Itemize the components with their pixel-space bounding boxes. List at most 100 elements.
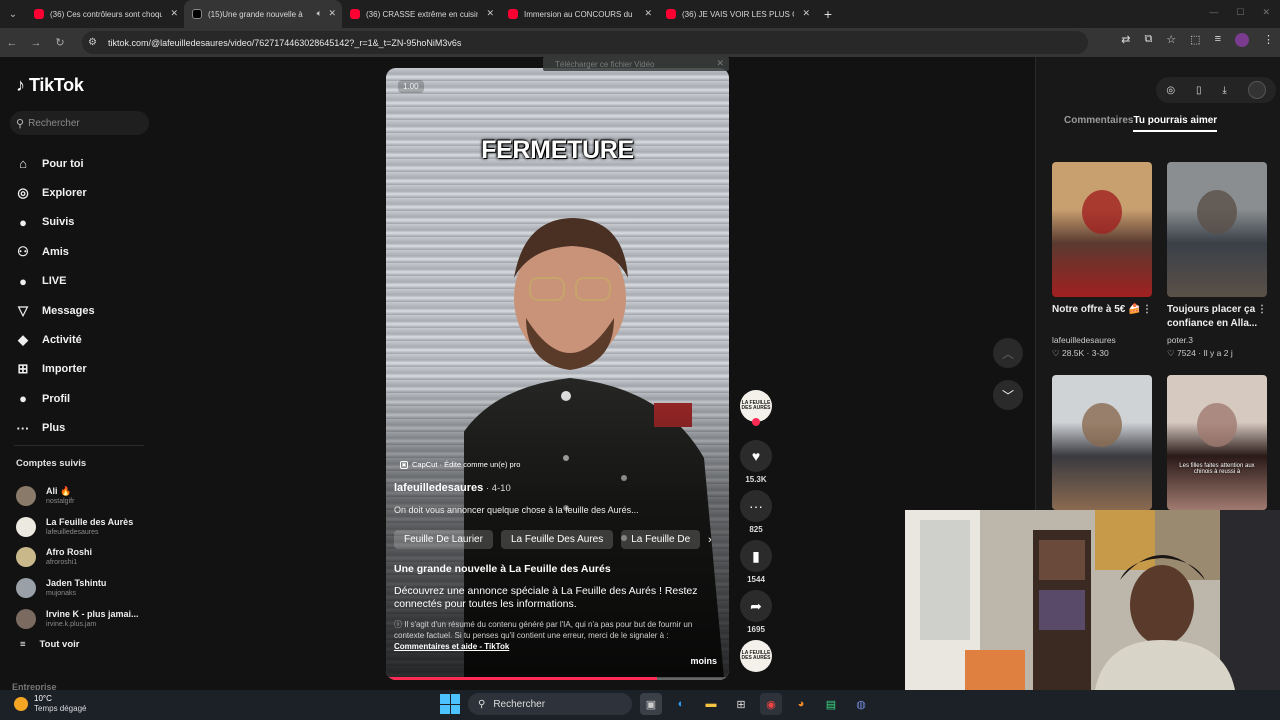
- followed-account[interactable]: La Feuille des Aurès lafeuilledesaures: [16, 512, 139, 543]
- followed-account[interactable]: Irvine K - plus jamai... irvine.k.plus.ja…: [16, 603, 139, 634]
- browser-tab[interactable]: (36) Ces contrôleurs sont choqu ✕: [26, 0, 184, 28]
- nav-item[interactable]: ◎ Explorer: [14, 178, 95, 207]
- suggested-video-card[interactable]: Toujours placer ça confiance en Alla... ⋮…: [1167, 162, 1267, 359]
- profile-avatar[interactable]: [1235, 33, 1249, 47]
- save-button[interactable]: ▮ 1544: [740, 540, 772, 584]
- follow-plus-icon[interactable]: [752, 418, 760, 426]
- edge-icon[interactable]: ◐: [670, 693, 692, 715]
- bookmark-star-icon[interactable]: ☆: [1166, 33, 1176, 47]
- capcut-link[interactable]: ▣ CapCut · Édite comme un(e) pro: [400, 460, 520, 469]
- nav-item[interactable]: ● Profil: [14, 384, 95, 413]
- android-icon[interactable]: ▤: [820, 693, 842, 715]
- nav-item[interactable]: ● Suivis: [14, 208, 95, 237]
- sound-disc[interactable]: LA FEUILLE DES AURÈS: [740, 640, 772, 672]
- suggested-video-card[interactable]: Les filles faites attention aux chinois …: [1167, 375, 1267, 510]
- more-options-icon[interactable]: ⋮: [1142, 303, 1152, 317]
- nav-item[interactable]: ⌂ Pour toi: [14, 149, 95, 178]
- media-icon[interactable]: ≡: [1215, 33, 1221, 47]
- see-all-button[interactable]: ≡ Tout voir: [20, 639, 79, 650]
- creator-avatar[interactable]: LA FEUILLE DES AURÈS: [740, 390, 772, 426]
- like-button[interactable]: ♥ 15.3K: [740, 440, 772, 484]
- video-player[interactable]: 1.00 FERMETURE ▣ CapCut · Édite comme un…: [386, 68, 729, 680]
- close-tab-icon[interactable]: ✕: [802, 8, 810, 19]
- video-thumbnail[interactable]: [1167, 162, 1267, 297]
- file-explorer-icon[interactable]: ▬: [700, 693, 722, 715]
- suggested-video-card[interactable]: [1052, 375, 1152, 510]
- tiktok-logo[interactable]: ♪ TikTok: [16, 75, 84, 96]
- panel-tab[interactable]: Tu pourrais aimer: [1133, 115, 1218, 132]
- share-button[interactable]: ➦ 1695: [740, 590, 772, 634]
- more-options-icon[interactable]: ⋮: [1257, 303, 1267, 317]
- nav-item[interactable]: ◆ Activité: [14, 325, 95, 354]
- windows-start-icon[interactable]: [440, 694, 460, 714]
- install-icon[interactable]: ⧉: [1144, 33, 1152, 47]
- download-icon[interactable]: ⤓: [1222, 85, 1226, 96]
- back-icon[interactable]: ←: [0, 37, 24, 49]
- chrome-icon[interactable]: ◉: [760, 693, 782, 715]
- tab-search-icon[interactable]: ⌄: [0, 0, 26, 28]
- card-author[interactable]: lafeuilledesaures: [1052, 335, 1152, 345]
- show-less-button[interactable]: moins: [690, 656, 717, 666]
- followed-account[interactable]: Jaden Tshintu mujonaks: [16, 573, 139, 604]
- close-tab-icon[interactable]: ✕: [170, 8, 178, 19]
- nav-item[interactable]: ● LIVE: [14, 267, 95, 296]
- browser-tab[interactable]: (15)Une grande nouvelle à 🔈︎ ✕: [184, 0, 342, 28]
- previous-video-button[interactable]: ︿: [993, 338, 1023, 368]
- close-tab-icon[interactable]: ✕: [486, 8, 494, 19]
- browser-tab[interactable]: (36) CRASSE extrême en cuisine ✕: [342, 0, 500, 28]
- reload-icon[interactable]: ↻: [48, 36, 72, 49]
- search-chip[interactable]: La Feuille De: [621, 530, 701, 549]
- nav-item[interactable]: ⊞ Importer: [14, 355, 95, 384]
- device-icon[interactable]: ▯: [1196, 85, 1202, 96]
- suggested-video-card[interactable]: Notre offre à 5€ 🍰 ⋮ lafeuilledesaures ♡ 28…: [1052, 162, 1152, 359]
- speaker-icon[interactable]: 🔈︎: [317, 8, 322, 19]
- maximize-icon[interactable]: ☐: [1236, 7, 1244, 18]
- browser-tab[interactable]: Immersion au CONCOURS du ✕: [500, 0, 658, 28]
- task-view-icon[interactable]: ▣: [640, 693, 662, 715]
- video-thumbnail[interactable]: Les filles faites attention aux chinois …: [1167, 375, 1267, 510]
- firefox-icon[interactable]: ◕: [790, 693, 812, 715]
- close-tab-icon[interactable]: ✕: [644, 8, 652, 19]
- author-name[interactable]: lafeuilledesaures: [394, 482, 483, 494]
- panel-tab[interactable]: Commentaires: [1064, 115, 1133, 132]
- video-thumbnail[interactable]: [1052, 162, 1152, 297]
- close-tab-icon[interactable]: ✕: [328, 8, 336, 19]
- card-title-text: Toujours placer ça confiance en Alla...: [1167, 304, 1258, 329]
- omnibox[interactable]: ⚙ tiktok.com/@lafeuilledesaures/video/76…: [82, 31, 1088, 54]
- taskbar-search[interactable]: ⚲ Rechercher: [468, 693, 632, 715]
- nav-item[interactable]: ··· Plus: [14, 414, 95, 443]
- minimize-icon[interactable]: —: [1209, 7, 1218, 18]
- close-icon[interactable]: ✕: [716, 58, 724, 69]
- url-text[interactable]: tiktok.com/@lafeuilledesaures/video/7627…: [108, 38, 461, 48]
- followed-account[interactable]: Ali 🔥 nostalgifr: [16, 481, 139, 512]
- nav-item[interactable]: ⚇ Amis: [14, 237, 95, 266]
- discord-icon[interactable]: ◍: [850, 693, 872, 715]
- playback-speed[interactable]: 1.00: [398, 80, 424, 93]
- close-window-icon[interactable]: ✕: [1262, 7, 1270, 18]
- new-tab-button[interactable]: +: [816, 6, 840, 22]
- search-chip[interactable]: Feuille De Laurier: [394, 530, 493, 549]
- menu-icon[interactable]: ⋮: [1263, 33, 1274, 47]
- video-thumbnail[interactable]: [1052, 375, 1152, 510]
- card-author[interactable]: poter.3: [1167, 335, 1267, 345]
- next-video-button[interactable]: ﹀: [993, 380, 1023, 410]
- feedback-link[interactable]: Commentaires et aide - TikTok: [394, 642, 509, 651]
- site-info-icon[interactable]: ⚙: [88, 37, 104, 48]
- extensions-icon[interactable]: ⬚: [1190, 33, 1200, 47]
- video-progress-bar[interactable]: [386, 677, 729, 680]
- comment-button[interactable]: ··· 825: [740, 490, 772, 534]
- store-icon[interactable]: ⊞: [730, 693, 752, 715]
- chevron-right-icon[interactable]: ›: [708, 534, 712, 546]
- forward-icon[interactable]: →: [24, 37, 48, 49]
- followed-account[interactable]: Afro Roshi afroroshi1: [16, 542, 139, 573]
- search-chip[interactable]: La Feuille Des Aures: [500, 530, 614, 549]
- download-bar[interactable]: Télécharger ce fichier Vidéo ✕: [543, 57, 729, 71]
- nav-item[interactable]: ▽ Messages: [14, 296, 95, 325]
- search-input[interactable]: ⚲ Rechercher: [10, 111, 149, 135]
- coins-icon[interactable]: ◎: [1166, 85, 1175, 96]
- browser-tab[interactable]: (36) JE VAIS VOIR LES PLUS GR ✕: [658, 0, 816, 28]
- weather-widget[interactable]: 10°C Temps dégagé: [14, 694, 86, 714]
- translate-icon[interactable]: ⇄: [1121, 33, 1130, 47]
- video-author[interactable]: lafeuilledesaures · 4-10: [394, 482, 511, 494]
- user-avatar[interactable]: [1247, 81, 1266, 99]
